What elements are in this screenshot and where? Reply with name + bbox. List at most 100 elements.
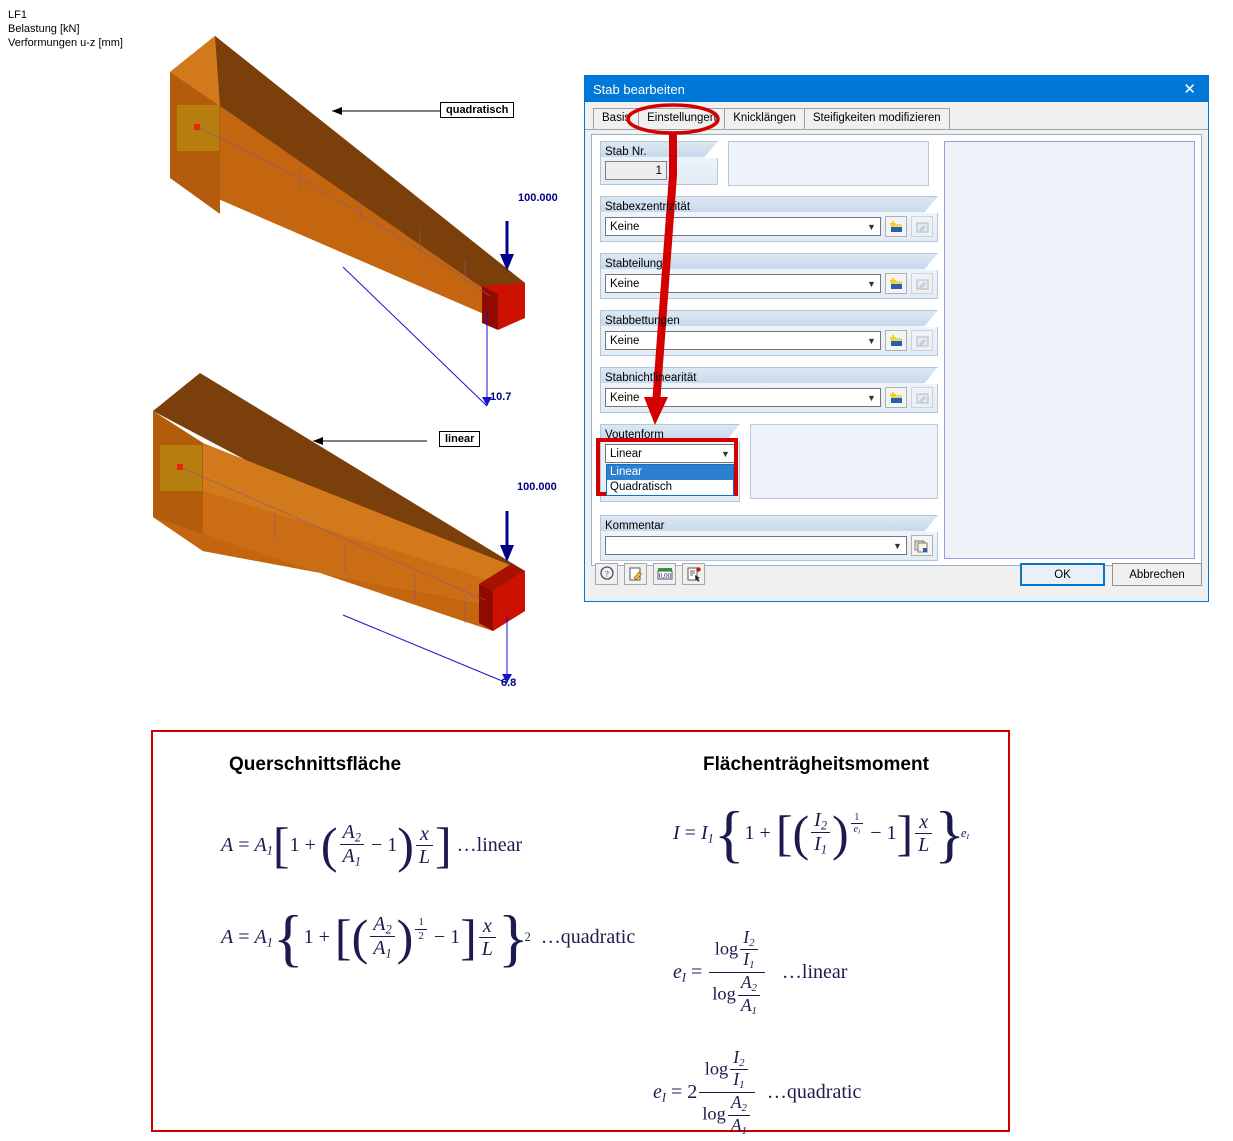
- linear-beam-scene: linear 100.000 6.8: [135, 365, 557, 705]
- stabteilung-combo[interactable]: Keine ▼: [605, 274, 881, 293]
- group-stabnichtlinearitaet: Stabnichtlinearität Keine ▼: [600, 367, 938, 413]
- group-stabteilung: Stabteilung Keine ▼: [600, 253, 938, 299]
- voutenform-option-linear[interactable]: Linear: [607, 465, 733, 480]
- heading-querschnittsflaeche: Querschnittsfläche: [229, 754, 402, 775]
- group-stabexzentrizitaet: Stabexzentrizität Keine ▼: [600, 196, 938, 242]
- group-body-voutenform: Linear ▼ Linear Quadratisch: [600, 440, 740, 502]
- new-stabbettungen-button[interactable]: [885, 330, 907, 351]
- voutenform-option-quadratisch[interactable]: Quadratisch: [607, 480, 733, 495]
- settings-column: Stab Nr. 1 Stabexzentrizität Keine ▼ Sta…: [596, 141, 938, 572]
- formula-area-linear: A = A1 [ 1 + ( A2 A1 − 1 ) xL ] …linear: [221, 817, 523, 874]
- tab-einstellungen[interactable]: Einstellungen: [638, 108, 726, 129]
- number-format-icon[interactable]: 0,00: [653, 563, 676, 585]
- chevron-down-icon[interactable]: ▼: [863, 332, 880, 349]
- heading-flaechentraegheitsmoment: Flächenträgheitsmoment: [703, 754, 929, 775]
- edit-stabexzentrizitaet-button[interactable]: [911, 216, 933, 237]
- linear-callout-label: linear: [439, 431, 481, 447]
- label-stab-nr: Stab Nr.: [605, 146, 647, 158]
- linear-deformation-value: 6.8: [501, 677, 517, 689]
- dialog-toolbar: ? 0,00: [595, 563, 705, 585]
- chevron-down-icon[interactable]: ▼: [863, 389, 880, 406]
- voutenform-side-panel: [750, 424, 938, 499]
- label-stabnichtlinearitaet: Stabnichtlinearität: [605, 372, 697, 384]
- group-header-voutenform: Voutenform: [600, 424, 740, 441]
- group-header-stabteilung: Stabteilung: [600, 253, 938, 270]
- quadratic-callout-label: quadratisch: [440, 102, 515, 118]
- stab-nr-input[interactable]: 1: [605, 161, 667, 180]
- stabbettungen-value: Keine: [610, 334, 640, 347]
- group-header-stabbettungen: Stabbettungen: [600, 310, 938, 327]
- quadratic-beam-graphic: [170, 36, 525, 407]
- group-header-stabnichtlinearitaet: Stabnichtlinearität: [600, 367, 938, 384]
- formula-area-quadratic: A = A1 { 1 + [ ( A2 A1 ) 12 − 1 ] xL } 2 …: [221, 902, 636, 974]
- stabexzentrizitaet-value: Keine: [610, 220, 640, 233]
- chevron-down-icon[interactable]: ▼: [717, 445, 734, 462]
- details-icon[interactable]: [682, 563, 705, 585]
- cancel-button[interactable]: Abbrechen: [1112, 563, 1202, 586]
- group-body-stabnichtlinearitaet: Keine ▼: [600, 383, 938, 413]
- dialog-title-bar: Stab bearbeiten ✕: [585, 76, 1208, 102]
- legend-line-2: Belastung [kN]: [8, 23, 80, 35]
- tab-basis[interactable]: Basis: [593, 108, 640, 129]
- group-stabbettungen: Stabbettungen Keine ▼: [600, 310, 938, 356]
- dialog-footer: ? 0,00 OK Abbrechen: [591, 563, 1202, 591]
- voutenform-value: Linear: [610, 447, 642, 460]
- formula-e-linear: eI = log I2 I1 log A2 A1 …linear: [673, 927, 848, 1017]
- dialog-body: Stab Nr. 1 Stabexzentrizität Keine ▼ Sta…: [591, 134, 1202, 566]
- stab-bearbeiten-dialog[interactable]: Stab bearbeiten ✕ Basis Einstellungen Kn…: [584, 75, 1209, 602]
- edit-stabteilung-button[interactable]: [911, 273, 933, 294]
- help-icon[interactable]: ?: [595, 563, 618, 585]
- stabbettungen-combo[interactable]: Keine ▼: [605, 331, 881, 350]
- group-header-stabexzentrizitaet: Stabexzentrizität: [600, 196, 938, 213]
- group-header-kommentar: Kommentar: [600, 515, 938, 532]
- chevron-down-icon[interactable]: ▼: [863, 275, 880, 292]
- voutenform-combo[interactable]: Linear ▼ Linear Quadratisch: [605, 444, 735, 496]
- tab-strip: Basis Einstellungen Knicklängen Steifigk…: [585, 108, 1208, 130]
- formula-e-quadratic: eI = 2 log I2 I1 log A2 A1 …quadratic: [653, 1047, 862, 1137]
- chevron-down-icon[interactable]: ▼: [889, 537, 906, 554]
- legend-line-3: Verformungen u-z [mm]: [8, 37, 123, 49]
- group-body-stab-nr: 1: [600, 157, 718, 185]
- new-stabexzentrizitaet-button[interactable]: [885, 216, 907, 237]
- linear-load-value: 100.000: [517, 481, 557, 493]
- group-stab-nr: Stab Nr. 1: [600, 141, 718, 185]
- svg-text:0,00: 0,00: [658, 572, 671, 580]
- kommentar-combo[interactable]: ▼: [605, 536, 907, 555]
- new-stabteilung-button[interactable]: [885, 273, 907, 294]
- preview-pane: [944, 141, 1195, 559]
- formula-inertia: I = I1 { 1 + [ ( I2 I1 ) 1 eI − 1 ] xL } e…: [673, 798, 970, 870]
- new-stabnichtlinearitaet-button[interactable]: [885, 387, 907, 408]
- label-kommentar: Kommentar: [605, 520, 665, 532]
- label-voutenform: Voutenform: [605, 429, 664, 441]
- voutenform-dropdown-list[interactable]: Linear Quadratisch: [606, 464, 734, 496]
- formula-panel: Querschnittsfläche Flächenträgheitsmomen…: [151, 730, 1010, 1137]
- group-body-stabbettungen: Keine ▼: [600, 326, 938, 356]
- quadratic-beam-scene: quadratisch 100.000 10.7: [150, 28, 558, 408]
- stabteilung-value: Keine: [610, 277, 640, 290]
- edit-stabnichtlinearitaet-button[interactable]: [911, 387, 933, 408]
- stabexzentrizitaet-combo[interactable]: Keine ▼: [605, 217, 881, 236]
- stabnichtlinearitaet-combo[interactable]: Keine ▼: [605, 388, 881, 407]
- kommentar-library-button[interactable]: [911, 535, 933, 556]
- chevron-down-icon[interactable]: ▼: [863, 218, 880, 235]
- label-stabbettungen: Stabbettungen: [605, 315, 680, 327]
- group-voutenform: Voutenform Linear ▼ Linear Quadratisch: [596, 424, 938, 504]
- edit-icon[interactable]: [624, 563, 647, 585]
- label-stabexzentrizitaet: Stabexzentrizität: [605, 201, 691, 213]
- group-body-stabexzentrizitaet: Keine ▼: [600, 212, 938, 242]
- group-body-stabteilung: Keine ▼: [600, 269, 938, 299]
- tab-knicklaengen[interactable]: Knicklängen: [724, 108, 805, 129]
- linear-beam-graphic: [153, 373, 525, 684]
- group-header-stab-nr: Stab Nr.: [600, 141, 718, 158]
- legend-line-1: LF1: [8, 9, 27, 21]
- ok-button[interactable]: OK: [1020, 563, 1105, 586]
- close-icon[interactable]: ✕: [1179, 82, 1200, 97]
- tab-steifigkeiten-modifizieren[interactable]: Steifigkeiten modifizieren: [803, 108, 950, 129]
- edit-stabbettungen-button[interactable]: [911, 330, 933, 351]
- quadratic-load-value: 100.000: [518, 192, 558, 204]
- stabnichtlinearitaet-value: Keine: [610, 391, 640, 404]
- dialog-title: Stab bearbeiten: [593, 81, 685, 97]
- label-stabteilung: Stabteilung: [605, 258, 663, 270]
- group-body-kommentar: ▼: [600, 531, 938, 561]
- legend-block: LF1 Belastung [kN] Verformungen u-z [mm]: [8, 8, 123, 50]
